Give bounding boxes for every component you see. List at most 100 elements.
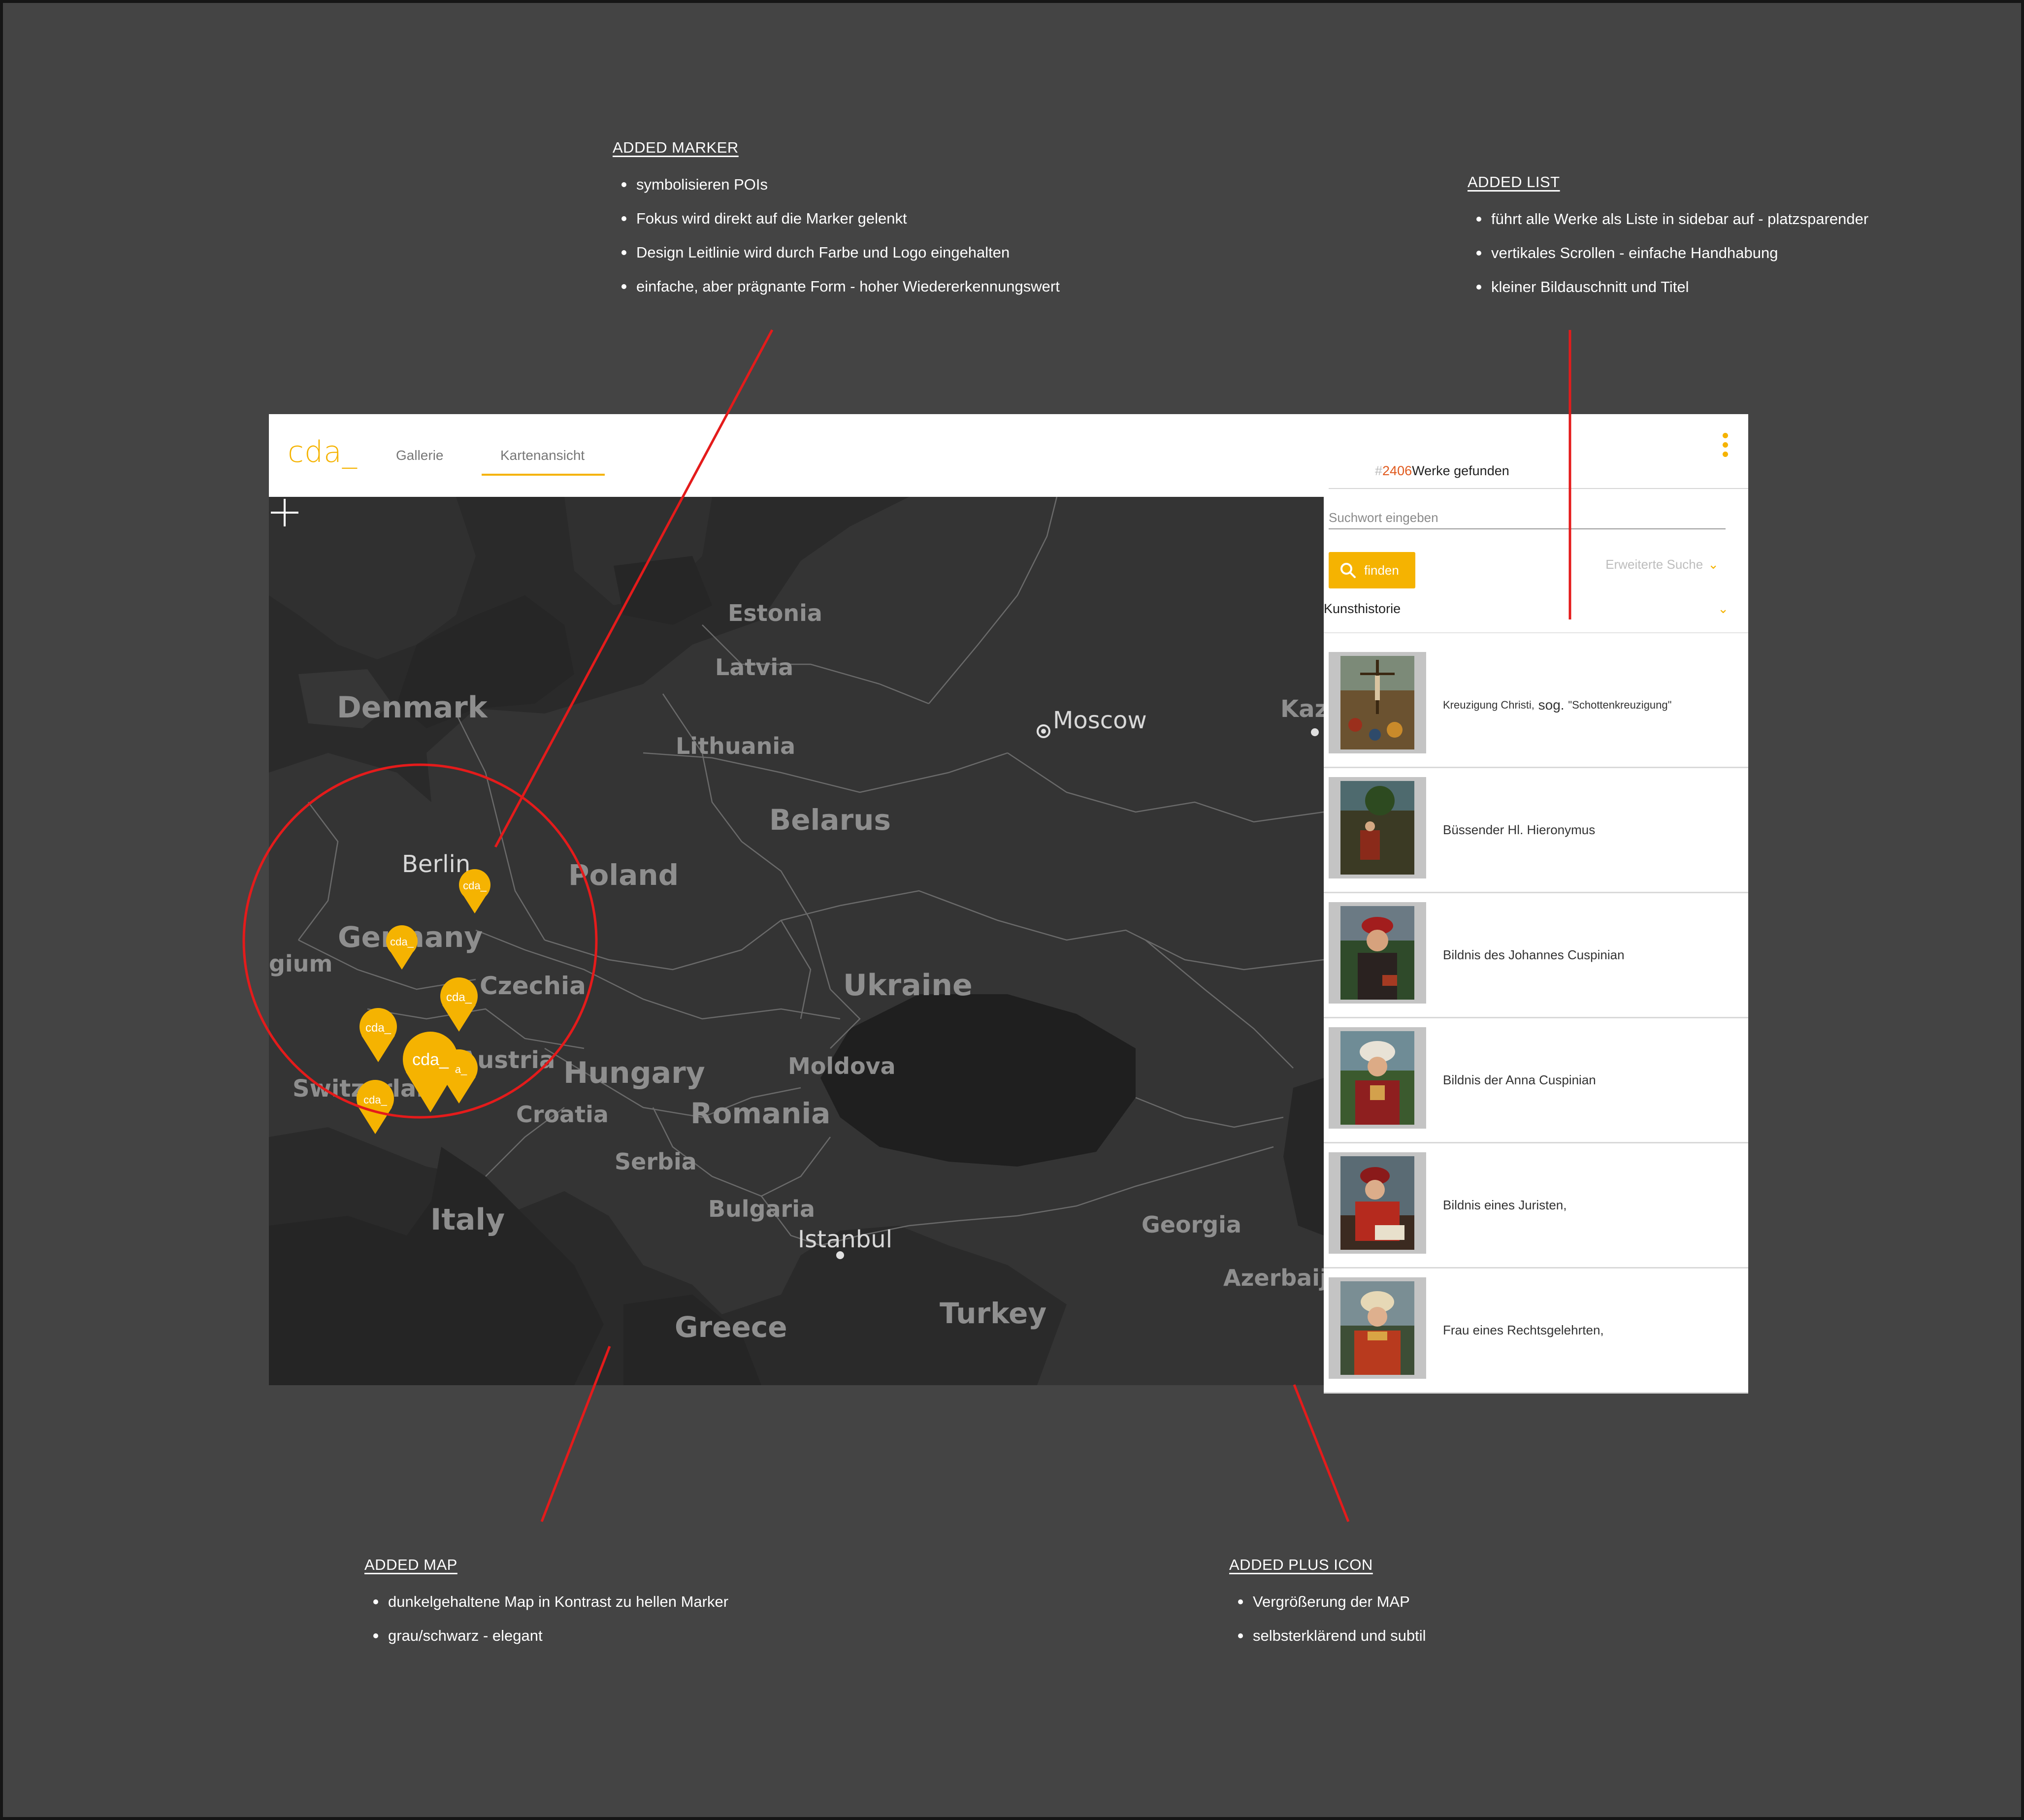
- artwork-thumbnail: [1329, 1027, 1426, 1129]
- painting-johannes: [1340, 906, 1414, 1000]
- map-canvas[interactable]: Estonia Latvia Denmark Lithuania Belarus…: [269, 497, 1324, 1385]
- label-hungary: Hungary: [563, 1056, 705, 1090]
- find-button-label: finden: [1364, 562, 1399, 578]
- label-ukraine: Ukraine: [843, 968, 973, 1003]
- work-title: Bildnis des Johannes Cuspinian: [1443, 947, 1625, 962]
- painting-anna: [1340, 1031, 1414, 1125]
- app-window: cda_ Gallerie Kartenansicht Estonia Latv…: [269, 414, 1748, 1394]
- category-label: Kunsthistorie: [1324, 601, 1401, 616]
- chevron-down-icon: ⌄: [1718, 601, 1729, 616]
- label-bulgaria: Bulgaria: [708, 1196, 815, 1222]
- list-item[interactable]: Bildnis des Johannes Cuspinian: [1324, 893, 1748, 1018]
- label-latvia: Latvia: [715, 654, 793, 681]
- artwork-thumbnail: [1329, 652, 1426, 753]
- marker-label: cda_: [463, 879, 487, 892]
- label-kazakhstan: Kaz: [1280, 695, 1324, 723]
- note-point: einfache, aber prägnante Form - hoher Wi…: [613, 269, 1060, 303]
- painting-jurist: [1340, 1156, 1414, 1250]
- note-title: ADDED MARKER: [613, 139, 739, 156]
- note-point: selbsterklärend und subtil: [1229, 1619, 1426, 1653]
- advanced-search-toggle[interactable]: Erweiterte Suche ⌄: [1605, 557, 1719, 572]
- label-italy: Italy: [430, 1202, 505, 1237]
- note-added-marker: ADDED MARKER symbolisieren POIs Fokus wi…: [613, 139, 1060, 303]
- work-title: Kreuzigung Christi, sog. "Schottenkreuzi…: [1443, 643, 1738, 767]
- results-suffix: Werke gefunden: [1412, 463, 1509, 478]
- work-title: Büssender Hl. Hieronymus: [1443, 822, 1596, 837]
- work-title: Bildnis der Anna Cuspinian: [1443, 1072, 1596, 1087]
- note-point: grau/schwarz - elegant: [364, 1619, 728, 1653]
- results-count: #2406Werke gefunden: [1375, 463, 1509, 479]
- label-czechia: Czechia: [480, 972, 586, 1000]
- work-title-prefix: Kreuzigung Christi,: [1443, 698, 1534, 711]
- note-added-map: ADDED MAP dunkelgehaltene Map in Kontras…: [364, 1556, 728, 1653]
- note-title: ADDED LIST: [1468, 173, 1560, 191]
- note-added-plus-icon: ADDED PLUS ICON Vergrößerung der MAP sel…: [1229, 1556, 1426, 1653]
- note-point: dunkelgehaltene Map in Kontrast zu helle…: [364, 1585, 728, 1619]
- find-button[interactable]: finden: [1329, 552, 1415, 588]
- works-list[interactable]: Kreuzigung Christi, sog. "Schottenkreuzi…: [1324, 643, 1748, 1394]
- label-greece: Greece: [675, 1310, 787, 1344]
- list-item[interactable]: Kreuzigung Christi, sog. "Schottenkreuzi…: [1324, 643, 1748, 768]
- marker-label: cda_: [412, 1050, 449, 1069]
- label-croatia: Croatia: [516, 1101, 609, 1128]
- artwork-thumbnail: [1329, 902, 1426, 1004]
- label-denmark: Denmark: [337, 690, 489, 725]
- note-title: ADDED MAP: [364, 1556, 457, 1573]
- top-navigation: cda_ Gallerie Kartenansicht: [269, 414, 1318, 497]
- note-point: Vergrößerung der MAP: [1229, 1585, 1426, 1619]
- plus-icon[interactable]: [269, 497, 300, 528]
- label-lithuania: Lithuania: [676, 733, 795, 759]
- label-moscow: Moscow: [1053, 707, 1147, 734]
- marker-label: cda_: [446, 991, 472, 1004]
- category-dropdown[interactable]: Kunsthistorie ⌄: [1324, 601, 1729, 626]
- label-turkey: Turkey: [940, 1297, 1046, 1330]
- note-point: vertikales Scrollen - einfache Handhabun…: [1468, 236, 1868, 270]
- label-azerbaijan: Azerbaija: [1223, 1265, 1324, 1291]
- divider: [1329, 488, 1748, 489]
- marker-label: cda_: [365, 1021, 392, 1035]
- label-romania: Romania: [690, 1097, 830, 1130]
- artwork-thumbnail: [1329, 777, 1426, 878]
- label-berlin: Berlin: [402, 850, 470, 878]
- list-item[interactable]: Frau eines Rechtsgelehrten,: [1324, 1268, 1748, 1394]
- label-belgium: gium: [269, 950, 332, 977]
- marker-label: cda_: [363, 1094, 387, 1106]
- note-point: kleiner Bildauschnitt und Titel: [1468, 270, 1868, 304]
- list-item[interactable]: Bildnis der Anna Cuspinian: [1324, 1018, 1748, 1143]
- map-view[interactable]: Estonia Latvia Denmark Lithuania Belarus…: [269, 497, 1324, 1385]
- artwork-thumbnail: [1329, 1152, 1426, 1254]
- note-point: symbolisieren POIs: [613, 167, 1060, 201]
- search-input[interactable]: [1329, 507, 1726, 529]
- search-icon: [1340, 563, 1356, 578]
- work-title-mid: sog.: [1534, 697, 1568, 713]
- painting-crucifixion: [1340, 656, 1414, 749]
- label-istanbul: Istanbul: [798, 1226, 892, 1253]
- note-point: Design Leitlinie wird durch Farbe und Lo…: [613, 235, 1060, 269]
- label-georgia: Georgia: [1142, 1211, 1241, 1238]
- note-point: führt alle Werke als Liste in sidebar au…: [1468, 202, 1868, 236]
- tab-map-view[interactable]: Kartenansicht: [500, 448, 585, 463]
- results-number: 2406: [1382, 463, 1412, 478]
- label-poland: Poland: [568, 858, 679, 892]
- painting-hieronymus: [1340, 781, 1414, 875]
- list-item[interactable]: Bildnis eines Juristen,: [1324, 1143, 1748, 1268]
- label-belarus: Belarus: [769, 803, 891, 837]
- divider: [1324, 632, 1748, 633]
- work-title: Bildnis eines Juristen,: [1443, 1198, 1567, 1212]
- artwork-thumbnail: [1329, 1277, 1426, 1379]
- tab-gallery[interactable]: Gallerie: [396, 448, 443, 463]
- note-point: Fokus wird direkt auf die Marker gelenkt: [613, 201, 1060, 235]
- painting-wife: [1340, 1281, 1414, 1375]
- label-estonia: Estonia: [728, 600, 822, 626]
- label-serbia: Serbia: [615, 1148, 697, 1175]
- chevron-down-icon: ⌄: [1708, 557, 1719, 572]
- list-item[interactable]: Büssender Hl. Hieronymus: [1324, 768, 1748, 893]
- results-hash: #: [1375, 463, 1383, 478]
- city-dot-kazan: [1311, 728, 1319, 736]
- advanced-search-label: Erweiterte Suche: [1605, 557, 1703, 572]
- results-sidebar: #2406Werke gefunden finden Erweiterte Su…: [1324, 414, 1748, 1394]
- cda-logo[interactable]: cda_: [288, 435, 358, 469]
- vertical-dots-icon[interactable]: [1723, 433, 1729, 458]
- marker-label: cda_: [390, 936, 414, 948]
- work-title-suffix: "Schottenkreuzigung": [1568, 698, 1672, 711]
